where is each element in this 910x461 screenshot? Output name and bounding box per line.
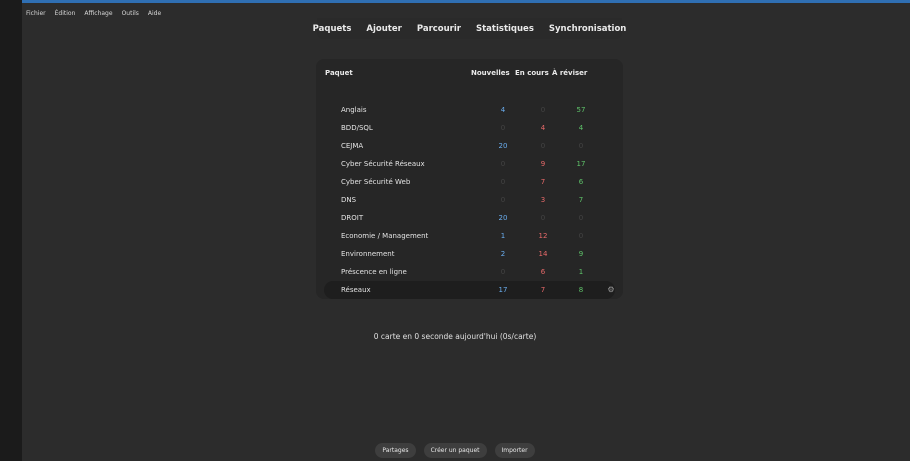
deck-new-count: 0 xyxy=(500,268,506,276)
deck-due-count: 4 xyxy=(578,124,584,132)
menu-bar: Fichier Édition Affichage Outils Aide xyxy=(26,8,161,20)
menu-affichage[interactable]: Affichage xyxy=(84,8,112,20)
top-toolbar: Paquets Ajouter Parcourir Statistiques S… xyxy=(313,18,626,39)
menu-aide[interactable]: Aide xyxy=(148,8,161,20)
deck-learn-count: 7 xyxy=(540,286,546,294)
deck-learn-count: 12 xyxy=(538,232,548,240)
deck-list-panel: Paquet Nouvelles En cours À réviser Angl… xyxy=(316,59,623,299)
header-learn: En cours xyxy=(515,69,549,77)
deck-name[interactable]: CEJMA xyxy=(341,137,363,155)
bottom-bar: Partages Créer un paquet Importer xyxy=(0,443,910,458)
deck-learn-count: 7 xyxy=(540,178,546,186)
deck-due-count: 0 xyxy=(578,142,584,150)
import-button[interactable]: Importer xyxy=(494,443,535,458)
gear-icon[interactable]: ⚙ xyxy=(606,281,616,299)
deck-name[interactable]: Cyber Sécurité Réseaux xyxy=(341,155,425,173)
deck-row[interactable]: CEJMA 20 0 0 xyxy=(316,137,623,155)
deck-learn-count: 9 xyxy=(540,160,546,168)
deck-new-count: 0 xyxy=(500,160,506,168)
deck-new-count: 1 xyxy=(500,232,506,240)
deck-row[interactable]: Anglais 4 0 57 xyxy=(316,101,623,119)
deck-row[interactable]: BDD/SQL 0 4 4 xyxy=(316,119,623,137)
deck-due-count: 9 xyxy=(578,250,584,258)
deck-due-count: 57 xyxy=(576,106,586,114)
toolbar-stats[interactable]: Statistiques xyxy=(476,24,534,34)
deck-row[interactable]: DROIT 20 0 0 xyxy=(316,209,623,227)
deck-row[interactable]: Economie / Management 1 12 0 xyxy=(316,227,623,245)
window-accent-line xyxy=(22,0,910,3)
header-new: Nouvelles xyxy=(471,69,510,77)
deck-row[interactable]: Environnement 2 14 9 xyxy=(316,245,623,263)
deck-new-count: 17 xyxy=(498,286,508,294)
shared-decks-button[interactable]: Partages xyxy=(375,443,416,458)
deck-due-count: 8 xyxy=(578,286,584,294)
deck-learn-count: 0 xyxy=(540,106,546,114)
deck-new-count: 0 xyxy=(500,178,506,186)
deck-new-count: 4 xyxy=(500,106,506,114)
deck-rows: Anglais 4 0 57 BDD/SQL 0 4 4 CEJMA 20 0 0 Cyber Sécu… xyxy=(316,101,623,299)
left-edge xyxy=(0,0,22,461)
deck-new-count: 2 xyxy=(500,250,506,258)
deck-row[interactable]: Cyber Sécurité Web 0 7 6 xyxy=(316,173,623,191)
deck-new-count: 20 xyxy=(498,142,508,150)
deck-name[interactable]: Réseaux xyxy=(341,281,371,299)
deck-due-count: 17 xyxy=(576,160,586,168)
deck-row[interactable]: DNS 0 3 7 xyxy=(316,191,623,209)
create-deck-button[interactable]: Créer un paquet xyxy=(423,443,487,458)
deck-name[interactable]: BDD/SQL xyxy=(341,119,373,137)
deck-learn-count: 0 xyxy=(540,214,546,222)
header-due: À réviser xyxy=(552,69,588,77)
deck-row[interactable]: Préscence en ligne 0 6 1 xyxy=(316,263,623,281)
deck-row[interactable]: Réseaux 17 7 8 ⚙ xyxy=(324,281,615,299)
deck-learn-count: 3 xyxy=(540,196,546,204)
deck-due-count: 0 xyxy=(578,214,584,222)
deck-learn-count: 6 xyxy=(540,268,546,276)
anki-main-window: Fichier Édition Affichage Outils Aide Pa… xyxy=(0,0,910,461)
menu-fichier[interactable]: Fichier xyxy=(26,8,46,20)
deck-name[interactable]: DNS xyxy=(341,191,356,209)
toolbar-decks[interactable]: Paquets xyxy=(313,24,352,34)
deck-new-count: 0 xyxy=(500,196,506,204)
deck-learn-count: 14 xyxy=(538,250,548,258)
deck-new-count: 0 xyxy=(500,124,506,132)
toolbar-add[interactable]: Ajouter xyxy=(366,24,401,34)
deck-new-count: 20 xyxy=(498,214,508,222)
today-stats: 0 carte en 0 seconde aujourd'hui (0s/car… xyxy=(373,332,537,341)
deck-name[interactable]: Préscence en ligne xyxy=(341,263,407,281)
deck-name[interactable]: Cyber Sécurité Web xyxy=(341,173,410,191)
deck-row[interactable]: Cyber Sécurité Réseaux 0 9 17 xyxy=(316,155,623,173)
deck-learn-count: 4 xyxy=(540,124,546,132)
header-deck: Paquet xyxy=(325,69,353,77)
deck-due-count: 1 xyxy=(578,268,584,276)
deck-learn-count: 0 xyxy=(540,142,546,150)
deck-name[interactable]: DROIT xyxy=(341,209,363,227)
deck-due-count: 6 xyxy=(578,178,584,186)
deck-name[interactable]: Environnement xyxy=(341,245,394,263)
toolbar-sync[interactable]: Synchronisation xyxy=(549,24,626,34)
deck-due-count: 0 xyxy=(578,232,584,240)
menu-outils[interactable]: Outils xyxy=(122,8,139,20)
menu-edition[interactable]: Édition xyxy=(55,8,76,20)
deck-name[interactable]: Anglais xyxy=(341,101,367,119)
deck-due-count: 7 xyxy=(578,196,584,204)
deck-name[interactable]: Economie / Management xyxy=(341,227,428,245)
toolbar-browse[interactable]: Parcourir xyxy=(417,24,461,34)
deck-table-header: Paquet Nouvelles En cours À réviser xyxy=(316,69,623,81)
